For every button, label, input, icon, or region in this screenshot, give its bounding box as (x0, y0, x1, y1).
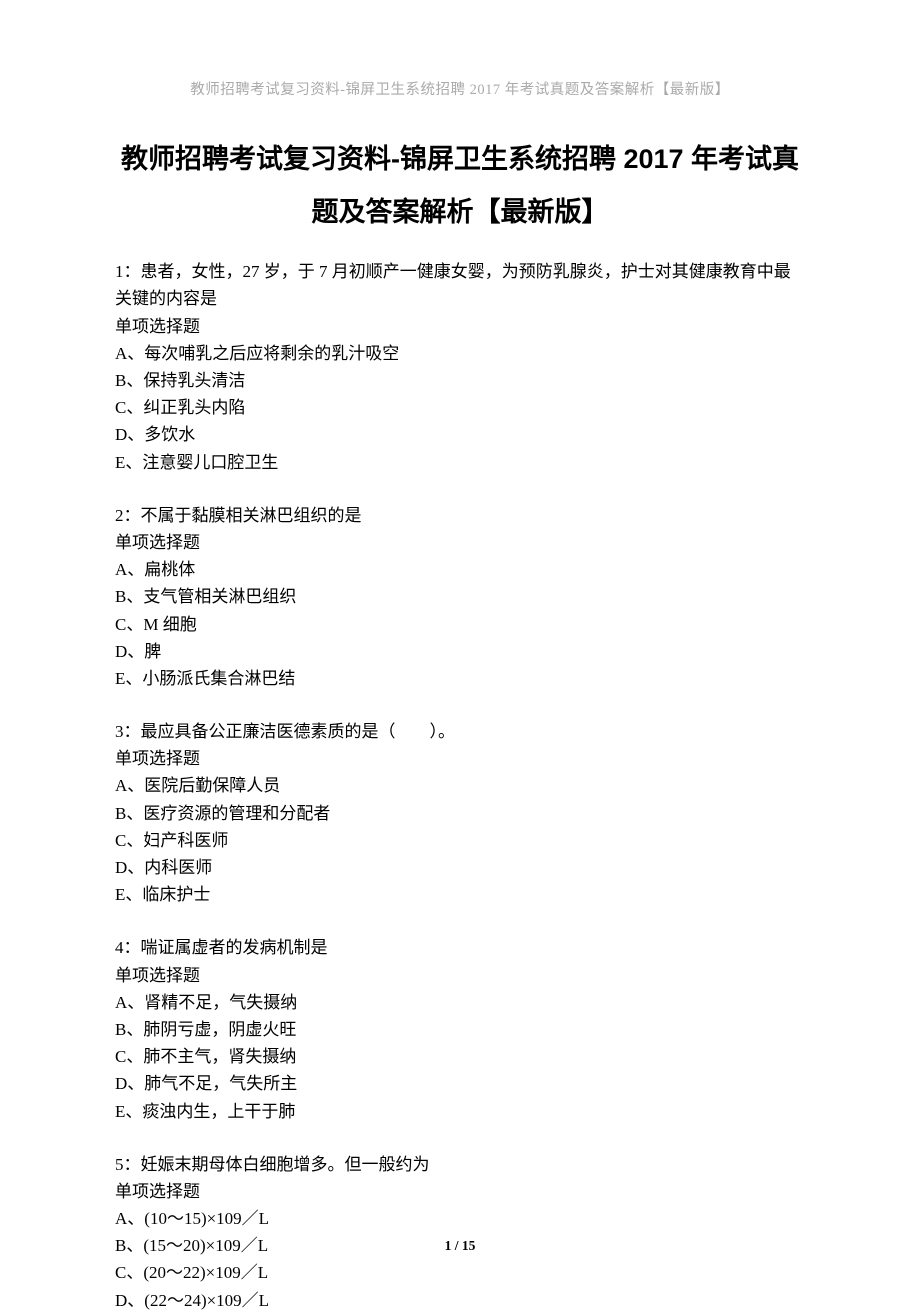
option: E、痰浊内生，上干于肺 (115, 1098, 805, 1125)
option: A、医院后勤保障人员 (115, 772, 805, 799)
page-number: 1 / 15 (0, 1238, 920, 1254)
question-type: 单项选择题 (115, 313, 805, 340)
content-body: 1：患者，女性，27 岁，于 7 月初顺产一健康女婴，为预防乳腺炎，护士对其健康… (115, 258, 805, 1314)
option: E、小肠派氏集合淋巴结 (115, 665, 805, 692)
option: D、内科医师 (115, 854, 805, 881)
question-stem: 2：不属于黏膜相关淋巴组织的是 (115, 502, 805, 529)
option: C、纠正乳头内陷 (115, 394, 805, 421)
option: A、(10～15)×109／L (115, 1205, 805, 1232)
question-options: A、扁桃体 B、支气管相关淋巴组织 C、M 细胞 D、脾 E、小肠派氏集合淋巴结 (115, 556, 805, 692)
option: C、肺不主气，肾失摄纳 (115, 1043, 805, 1070)
option: B、医疗资源的管理和分配者 (115, 800, 805, 827)
title-line-1: 教师招聘考试复习资料-锦屏卫生系统招聘 2017 年考试真 (115, 133, 805, 186)
option: B、支气管相关淋巴组织 (115, 583, 805, 610)
question-stem: 3：最应具备公正廉洁医德素质的是（ ）。 (115, 718, 805, 745)
option: C、(20～22)×109／L (115, 1259, 805, 1286)
question-type: 单项选择题 (115, 529, 805, 556)
option: A、每次哺乳之后应将剩余的乳汁吸空 (115, 340, 805, 367)
question-stem: 4：喘证属虚者的发病机制是 (115, 934, 805, 961)
question-options: A、医院后勤保障人员 B、医疗资源的管理和分配者 C、妇产科医师 D、内科医师 … (115, 772, 805, 908)
question-type: 单项选择题 (115, 745, 805, 772)
option: A、肾精不足，气失摄纳 (115, 989, 805, 1016)
option: E、临床护士 (115, 881, 805, 908)
question-block: 1：患者，女性，27 岁，于 7 月初顺产一健康女婴，为预防乳腺炎，护士对其健康… (115, 258, 805, 476)
option: B、肺阴亏虚，阴虚火旺 (115, 1016, 805, 1043)
option: D、肺气不足，气失所主 (115, 1070, 805, 1097)
question-stem: 1：患者，女性，27 岁，于 7 月初顺产一健康女婴，为预防乳腺炎，护士对其健康… (115, 258, 805, 312)
question-options: A、(10～15)×109／L B、(15～20)×109／L C、(20～22… (115, 1205, 805, 1314)
question-stem: 5：妊娠末期母体白细胞增多。但一般约为 (115, 1151, 805, 1178)
question-block: 3：最应具备公正廉洁医德素质的是（ ）。 单项选择题 A、医院后勤保障人员 B、… (115, 718, 805, 908)
option: D、脾 (115, 638, 805, 665)
option: D、(22～24)×109／L (115, 1287, 805, 1314)
question-type: 单项选择题 (115, 1178, 805, 1205)
question-block: 4：喘证属虚者的发病机制是 单项选择题 A、肾精不足，气失摄纳 B、肺阴亏虚，阴… (115, 934, 805, 1124)
question-block: 5：妊娠末期母体白细胞增多。但一般约为 单项选择题 A、(10～15)×109／… (115, 1151, 805, 1314)
running-header: 教师招聘考试复习资料-锦屏卫生系统招聘 2017 年考试真题及答案解析【最新版】 (115, 78, 805, 99)
question-options: A、肾精不足，气失摄纳 B、肺阴亏虚，阴虚火旺 C、肺不主气，肾失摄纳 D、肺气… (115, 989, 805, 1125)
question-type: 单项选择题 (115, 962, 805, 989)
option: C、M 细胞 (115, 611, 805, 638)
option: B、保持乳头清洁 (115, 367, 805, 394)
question-block: 2：不属于黏膜相关淋巴组织的是 单项选择题 A、扁桃体 B、支气管相关淋巴组织 … (115, 502, 805, 692)
document-title: 教师招聘考试复习资料-锦屏卫生系统招聘 2017 年考试真 题及答案解析【最新版… (115, 133, 805, 238)
option: E、注意婴儿口腔卫生 (115, 449, 805, 476)
option: A、扁桃体 (115, 556, 805, 583)
question-options: A、每次哺乳之后应将剩余的乳汁吸空 B、保持乳头清洁 C、纠正乳头内陷 D、多饮… (115, 340, 805, 476)
option: C、妇产科医师 (115, 827, 805, 854)
title-line-2: 题及答案解析【最新版】 (115, 186, 805, 239)
option: D、多饮水 (115, 421, 805, 448)
